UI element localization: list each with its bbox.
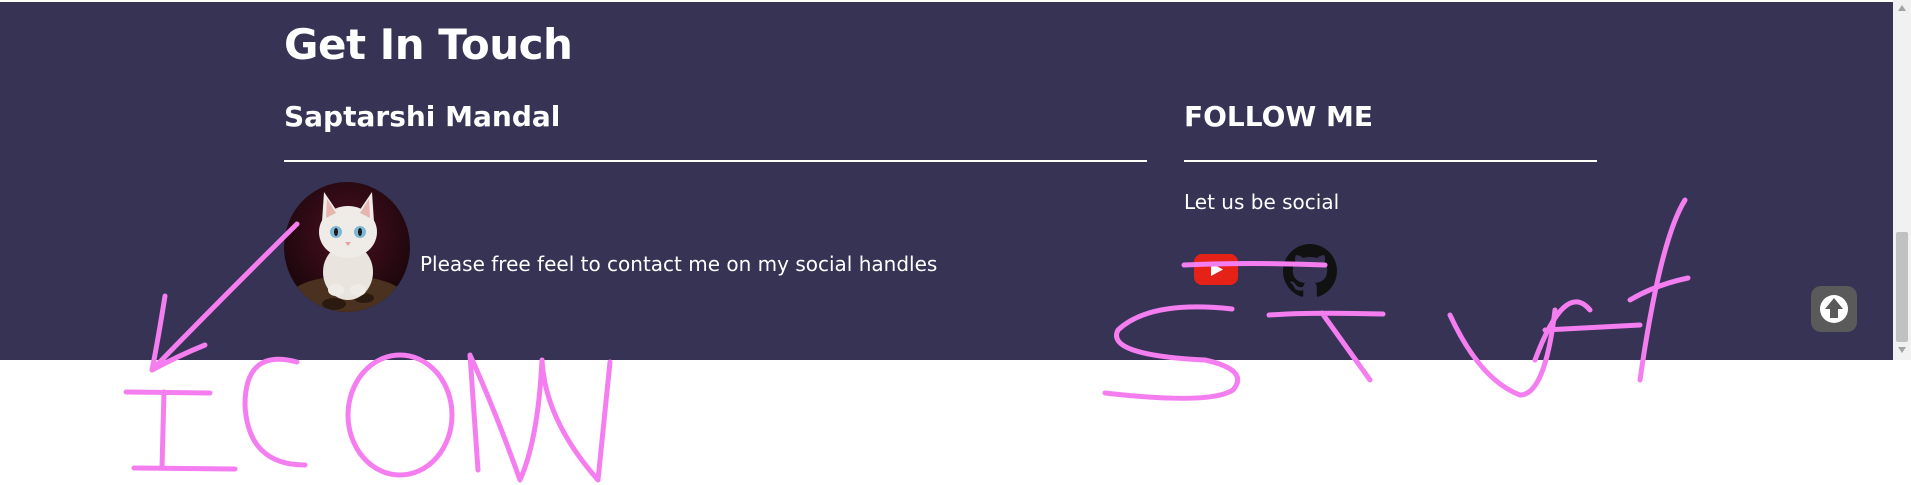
annotation-letter-c [242,356,308,468]
contact-message: Please free feel to contact me on my soc… [420,252,938,276]
avatar [284,182,410,312]
scroll-down-arrow-icon[interactable] [1896,344,1908,356]
youtube-icon[interactable] [1194,254,1238,285]
github-icon[interactable] [1283,244,1337,298]
arrow-up-icon [1820,295,1848,323]
scroll-to-top-button[interactable] [1811,286,1857,332]
page-title: Get In Touch [284,20,573,69]
scroll-up-arrow-icon[interactable] [1896,2,1908,14]
annotation-letter-i [123,389,238,472]
divider-left [284,160,1147,162]
annotation-letter-o [345,352,455,478]
cat-avatar-image [284,182,410,312]
follow-heading: FOLLOW ME [1184,100,1374,133]
footer-section: Get In Touch Saptarshi Mandal FOLLOW ME [0,2,1893,360]
social-tagline: Let us be social [1184,190,1340,214]
scrollbar-thumb[interactable] [1896,232,1908,342]
author-name: Saptarshi Mandal [284,100,561,133]
annotation-letter-n [467,352,613,483]
divider-right [1184,160,1597,162]
